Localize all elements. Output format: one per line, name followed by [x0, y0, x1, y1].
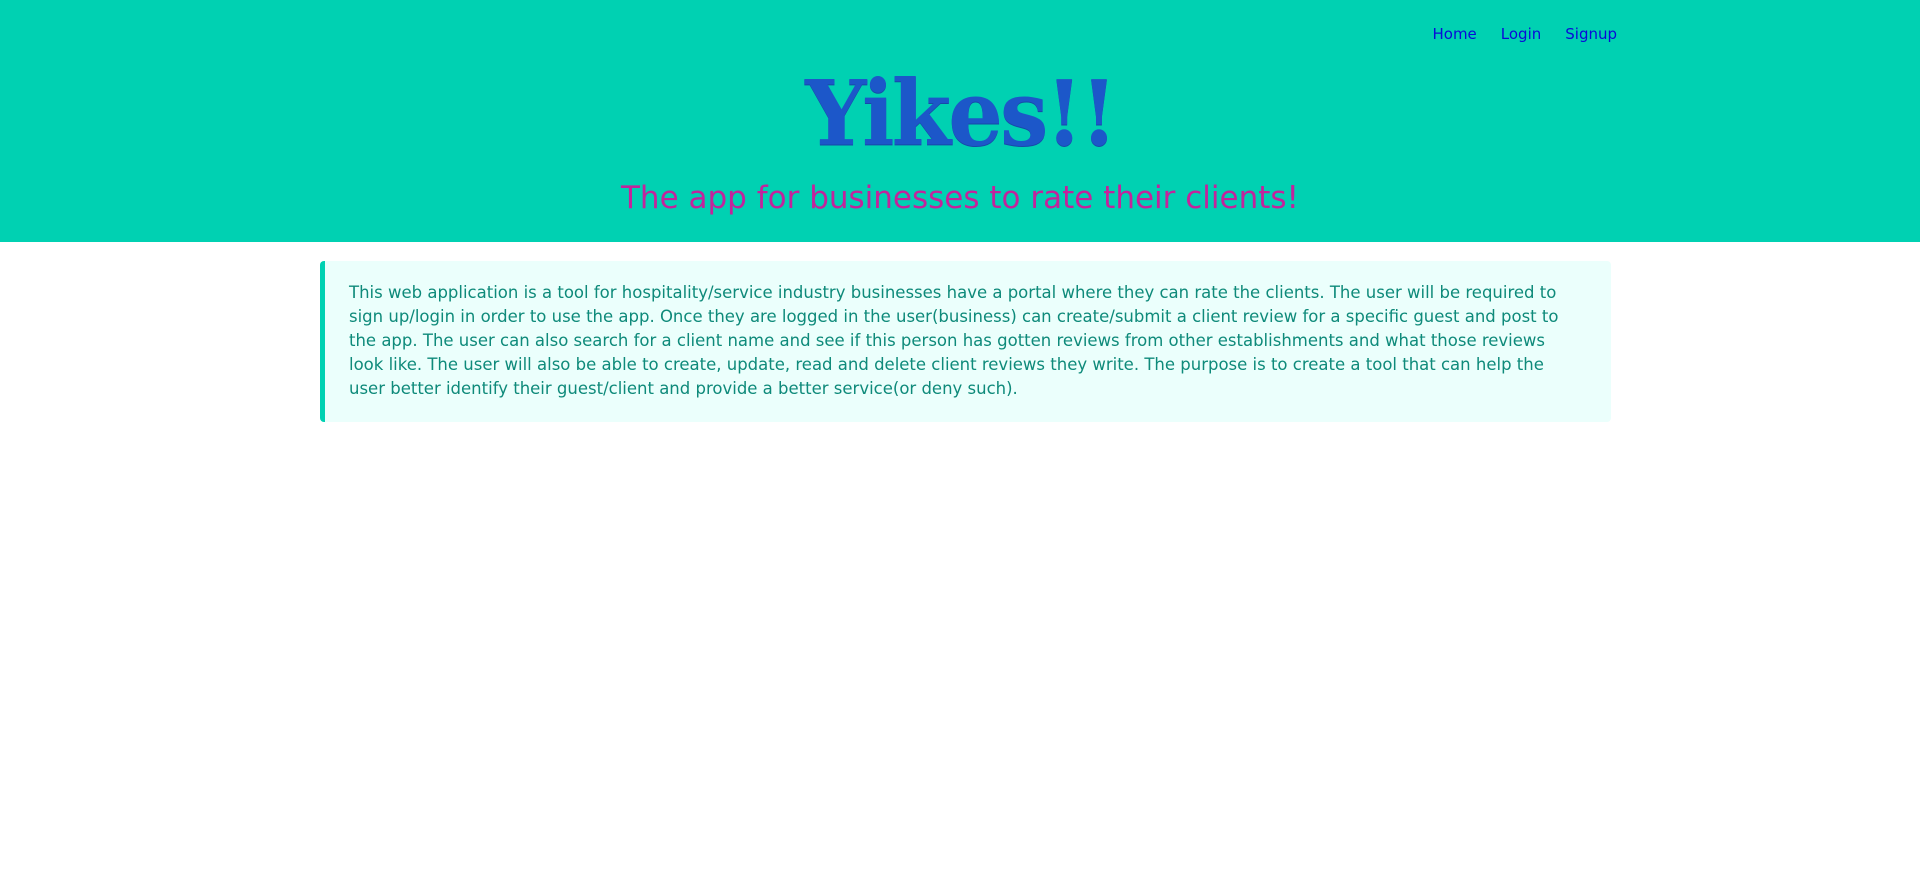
nav-home-link[interactable]: Home: [1432, 24, 1476, 44]
nav-login-link[interactable]: Login: [1501, 24, 1541, 44]
hero-banner: Home Login Signup Yikes!! The app for bu…: [0, 0, 1920, 242]
top-navbar: Home Login Signup: [0, 0, 1920, 66]
description-notice: This web application is a tool for hospi…: [320, 261, 1611, 422]
nav-signup-link[interactable]: Signup: [1565, 24, 1617, 44]
nav-links: Home Login Signup: [1432, 24, 1617, 44]
description-text: This web application is a tool for hospi…: [349, 283, 1559, 398]
brand-logo: Yikes!!: [805, 60, 1118, 167]
tagline: The app for businesses to rate their cli…: [621, 180, 1299, 216]
